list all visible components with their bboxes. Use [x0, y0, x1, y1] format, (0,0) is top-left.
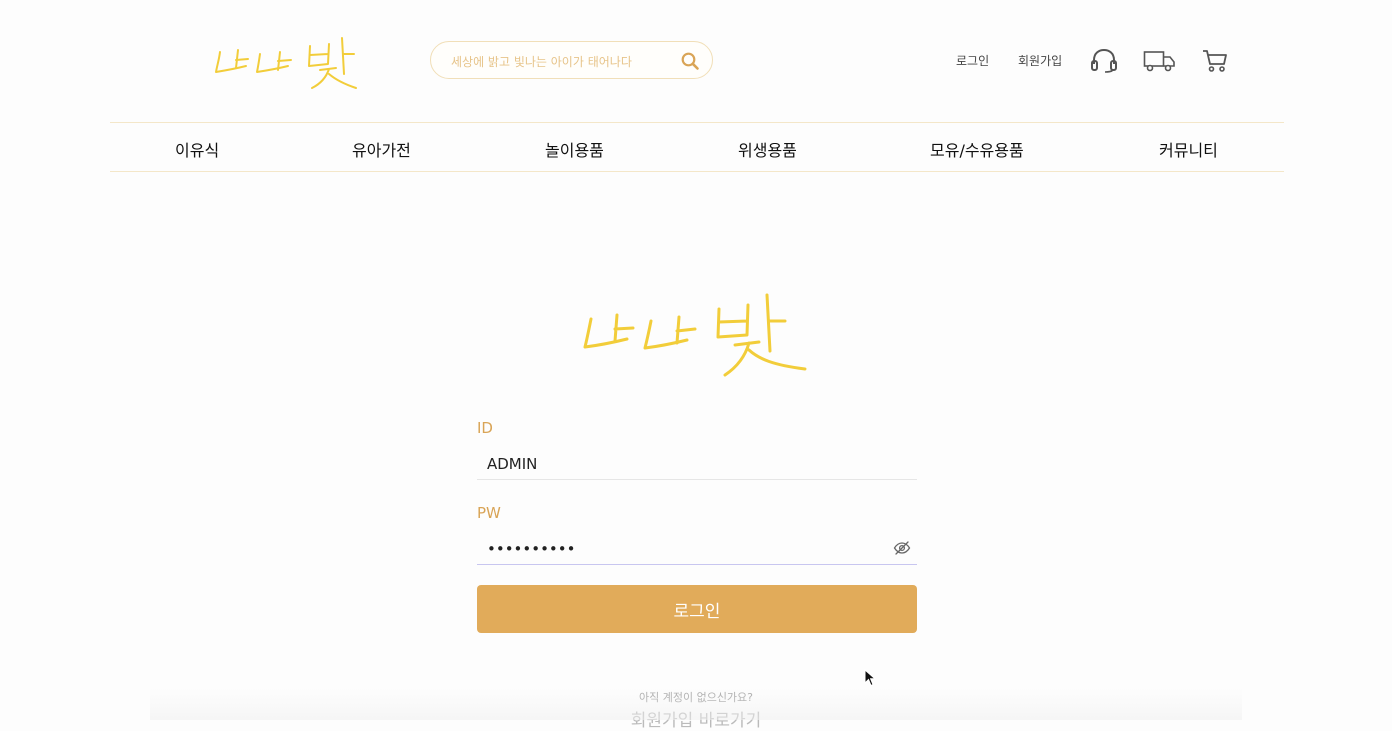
- search-icon[interactable]: [680, 51, 700, 71]
- mouse-cursor-icon: [864, 669, 876, 687]
- search-bar: [430, 41, 713, 79]
- nav-item-hygiene[interactable]: 위생용품: [738, 137, 797, 161]
- pw-input[interactable]: [485, 537, 869, 561]
- nav-item-baby-food[interactable]: 이유식: [175, 137, 219, 161]
- pw-label: PW: [477, 504, 501, 522]
- search-input[interactable]: [449, 51, 673, 73]
- nav-item-community[interactable]: 커뮤니티: [1159, 137, 1218, 161]
- logo-small[interactable]: [208, 30, 378, 92]
- id-field-container: [477, 448, 917, 480]
- truck-icon[interactable]: [1143, 50, 1176, 72]
- logo-large: [583, 293, 807, 377]
- headset-icon[interactable]: [1090, 48, 1118, 74]
- nav-item-nursing[interactable]: 모유/수유용품: [930, 137, 1024, 161]
- id-input[interactable]: [485, 452, 869, 476]
- signup-redirect-link[interactable]: 회원가입 바로가기: [0, 706, 1392, 731]
- login-button[interactable]: 로그인: [477, 585, 917, 633]
- signup-question: 아직 계정이 없으신가요?: [638, 691, 754, 704]
- login-link[interactable]: 로그인: [956, 52, 989, 69]
- cart-icon[interactable]: [1202, 49, 1228, 73]
- nav-item-baby-appliances[interactable]: 유아가전: [352, 137, 411, 161]
- pw-field-container: [477, 533, 917, 565]
- eye-slash-icon[interactable]: [893, 539, 911, 557]
- nav-item-toys[interactable]: 놀이용품: [545, 137, 604, 161]
- id-label: ID: [477, 419, 493, 437]
- signup-link[interactable]: 회원가입: [1018, 52, 1062, 69]
- main-nav: 이유식 유아가전 놀이용품 위생용품 모유/수유용품 커뮤니티: [110, 122, 1284, 172]
